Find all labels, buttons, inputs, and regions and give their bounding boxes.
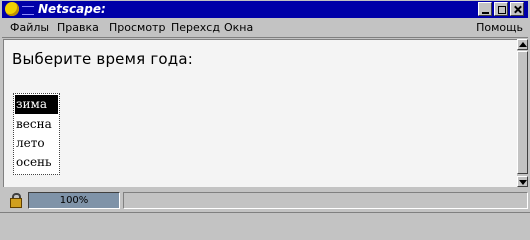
close-icon: [514, 6, 520, 12]
title-bar[interactable]: Netscape:: [2, 1, 528, 18]
menu-view[interactable]: Просмотр: [109, 21, 165, 34]
progress-indicator: 100%: [28, 192, 120, 209]
list-option-spring[interactable]: весна: [15, 115, 58, 134]
window-menu-icon[interactable]: [5, 2, 19, 16]
minimize-icon: [482, 6, 489, 14]
menu-file[interactable]: Файлы: [10, 21, 49, 34]
menu-edit[interactable]: Правка: [57, 21, 99, 34]
maximize-icon: [498, 6, 506, 14]
title-bar-grip: [22, 6, 34, 15]
page-content: Выберите время года: зима весна лето осе…: [3, 39, 517, 187]
menu-help[interactable]: Помощь: [476, 21, 523, 34]
scroll-up-arrow-icon[interactable]: [517, 39, 528, 50]
list-option-autumn[interactable]: осень: [15, 153, 58, 172]
security-lock-icon[interactable]: [7, 192, 25, 208]
menu-window[interactable]: Окна: [224, 21, 253, 34]
scrollbar-thumb[interactable]: [517, 51, 528, 174]
list-option-winter[interactable]: зима: [15, 95, 58, 114]
list-option-summer[interactable]: лето: [15, 134, 58, 153]
menu-go[interactable]: Перехсд: [171, 21, 220, 34]
vertical-scrollbar[interactable]: [517, 39, 528, 187]
lock-body: [10, 198, 22, 208]
season-listbox[interactable]: зима весна лето осень: [13, 93, 60, 175]
scroll-down-arrow-icon[interactable]: [517, 176, 528, 187]
page-heading: Выберите время года:: [12, 50, 193, 68]
close-button[interactable]: [510, 2, 524, 16]
minimize-button[interactable]: [478, 2, 492, 16]
window-frame-bottom: [0, 212, 530, 221]
status-message: [123, 192, 528, 209]
status-bar: 100%: [2, 190, 528, 210]
browser-window: Netscape: Файлы Правка Просмотр Перехсд …: [0, 0, 530, 221]
window-title: Netscape:: [38, 2, 106, 16]
menu-bar: Файлы Правка Просмотр Перехсд Окна Помощ…: [2, 19, 528, 38]
maximize-button[interactable]: [494, 2, 508, 16]
